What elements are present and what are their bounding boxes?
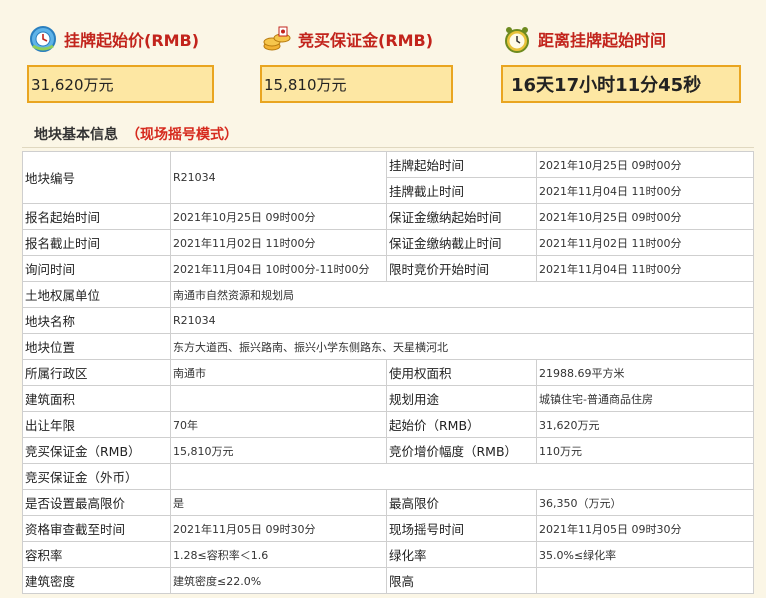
table-row: 竞买保证金（外币） [22,463,754,490]
row-value: 建筑密度≤22.0% [170,567,387,594]
deposit-header: 竞买保证金(RMB) [262,22,433,56]
row-label: 挂牌起始时间 [386,151,537,178]
row-value: 2021年11月04日 10时00分-11时00分 [170,255,387,282]
table-row: 地块位置 东方大道西、振兴路南、振兴小学东侧路东、天星横河北 [22,333,754,360]
row-value: 15,810万元 [170,437,387,464]
row-label: 是否设置最高限价 [22,489,171,516]
row-value: 70年 [170,411,387,438]
row-label: 询问时间 [22,255,171,282]
row-label: 土地权属单位 [22,281,171,308]
table-row: 资格审查截至时间 2021年11月05日 09时30分 现场摇号时间 2021年… [22,515,754,542]
row-value: 2021年10月25日 09时00分 [536,151,754,178]
row-value: R21034 [170,151,387,204]
table-row: 建筑面积 规划用途 城镇住宅-普通商品住房 [22,385,754,412]
countdown-header: 距离挂牌起始时间 [502,22,666,56]
row-label: 地块编号 [22,151,171,204]
start-price-box: 31,620万元 [27,65,214,103]
table-row: 询问时间 2021年11月04日 10时00分-11时00分 限时竞价开始时间 … [22,255,754,282]
row-label: 报名截止时间 [22,229,171,256]
row-label: 竞买保证金（RMB） [22,437,171,464]
table-row: 地块编号 R21034 挂牌起始时间 2021年10月25日 09时00分 [22,151,754,204]
row-label: 出让年限 [22,411,171,438]
row-label: 绿化率 [386,541,537,568]
table-row: 报名截止时间 2021年11月02日 11时00分 保证金缴纳截止时间 2021… [22,229,754,256]
row-value: 2021年11月02日 11时00分 [170,229,387,256]
row-label: 现场摇号时间 [386,515,537,542]
row-value: 35.0%≤绿化率 [536,541,754,568]
row-label: 地块名称 [22,307,171,334]
row-value: 是 [170,489,387,516]
row-label: 容积率 [22,541,171,568]
deposit-box: 15,810万元 [260,65,453,103]
row-value [170,463,754,490]
countdown-title: 距离挂牌起始时间 [538,31,667,50]
row-value: 城镇住宅-普通商品住房 [536,385,754,412]
start-price-header: 挂牌起始价(RMB) [28,22,199,56]
row-label: 使用权面积 [386,359,537,386]
row-value: 东方大道西、振兴路南、振兴小学东侧路东、天星横河北 [170,333,754,360]
table-row: 是否设置最高限价 是 最高限价 36,350（万元） [22,489,754,516]
row-label: 起始价（RMB） [386,411,537,438]
row-label: 所属行政区 [22,359,171,386]
row-value: 2021年11月05日 09时30分 [170,515,387,542]
deposit-title: 竞买保证金(RMB) [298,31,434,50]
table-row: 所属行政区 南通市 使用权面积 21988.69平方米 [22,359,754,386]
row-label: 地块位置 [22,333,171,360]
row-value: 31,620万元 [536,411,754,438]
row-value: 南通市 [170,359,387,386]
section-title-text: 地块基本信息 [34,127,118,143]
table-row: 土地权属单位 南通市自然资源和规划局 [22,281,754,308]
section-divider [22,147,754,148]
row-label: 挂牌截止时间 [386,177,537,204]
row-label: 竞买保证金（外币） [22,463,171,490]
stats-panel: 挂牌起始价(RMB) 31,620万元 竞买保证金(RMB) 15,810万元 [0,0,766,118]
start-price-title: 挂牌起始价(RMB) [64,31,200,50]
stack-coins-icon [262,24,292,54]
row-label: 资格审查截至时间 [22,515,171,542]
table-row: 建筑密度 建筑密度≤22.0% 限高 [22,567,754,594]
countdown-box: 16天17小时11分45秒 [501,65,741,103]
row-value: 2021年11月04日 11时00分 [536,255,754,282]
row-value: 36,350（万元） [536,489,754,516]
deposit-value: 15,810万元 [264,75,347,94]
row-value: 2021年11月05日 09时30分 [536,515,754,542]
row-label: 规划用途 [386,385,537,412]
row-value: 2021年10月25日 09时00分 [170,203,387,230]
row-value: 2021年11月04日 11时00分 [536,177,754,204]
row-label: 限高 [386,567,537,594]
row-value: 2021年10月25日 09时00分 [536,203,754,230]
row-value [170,385,387,412]
row-value: 110万元 [536,437,754,464]
row-label: 报名起始时间 [22,203,171,230]
start-price-value: 31,620万元 [31,75,114,94]
auction-mode-label: （现场摇号模式） [126,127,238,143]
row-value [536,567,754,594]
row-label: 限时竞价开始时间 [386,255,537,282]
countdown-value: 16天17小时11分45秒 [511,75,702,96]
globe-clock-icon [28,24,58,54]
section-title: 地块基本信息 （现场摇号模式） [34,124,238,144]
table-row: 容积率 1.28≤容积率＜1.6 绿化率 35.0%≤绿化率 [22,541,754,568]
row-label: 建筑面积 [22,385,171,412]
row-value: 2021年11月02日 11时00分 [536,229,754,256]
land-info-table: 地块编号 R21034 挂牌起始时间 2021年10月25日 09时00分 挂牌… [22,151,754,594]
row-value: 21988.69平方米 [536,359,754,386]
table-row: 地块名称 R21034 [22,307,754,334]
row-label: 竞价增价幅度（RMB） [386,437,537,464]
table-row: 竞买保证金（RMB） 15,810万元 竞价增价幅度（RMB） 110万元 [22,437,754,464]
row-label: 最高限价 [386,489,537,516]
row-label: 保证金缴纳截止时间 [386,229,537,256]
row-value: 1.28≤容积率＜1.6 [170,541,387,568]
table-row: 出让年限 70年 起始价（RMB） 31,620万元 [22,411,754,438]
row-label: 保证金缴纳起始时间 [386,203,537,230]
row-value: 南通市自然资源和规划局 [170,281,754,308]
alarm-clock-icon [502,24,532,54]
row-label: 建筑密度 [22,567,171,594]
table-row: 报名起始时间 2021年10月25日 09时00分 保证金缴纳起始时间 2021… [22,203,754,230]
row-value: R21034 [170,307,754,334]
